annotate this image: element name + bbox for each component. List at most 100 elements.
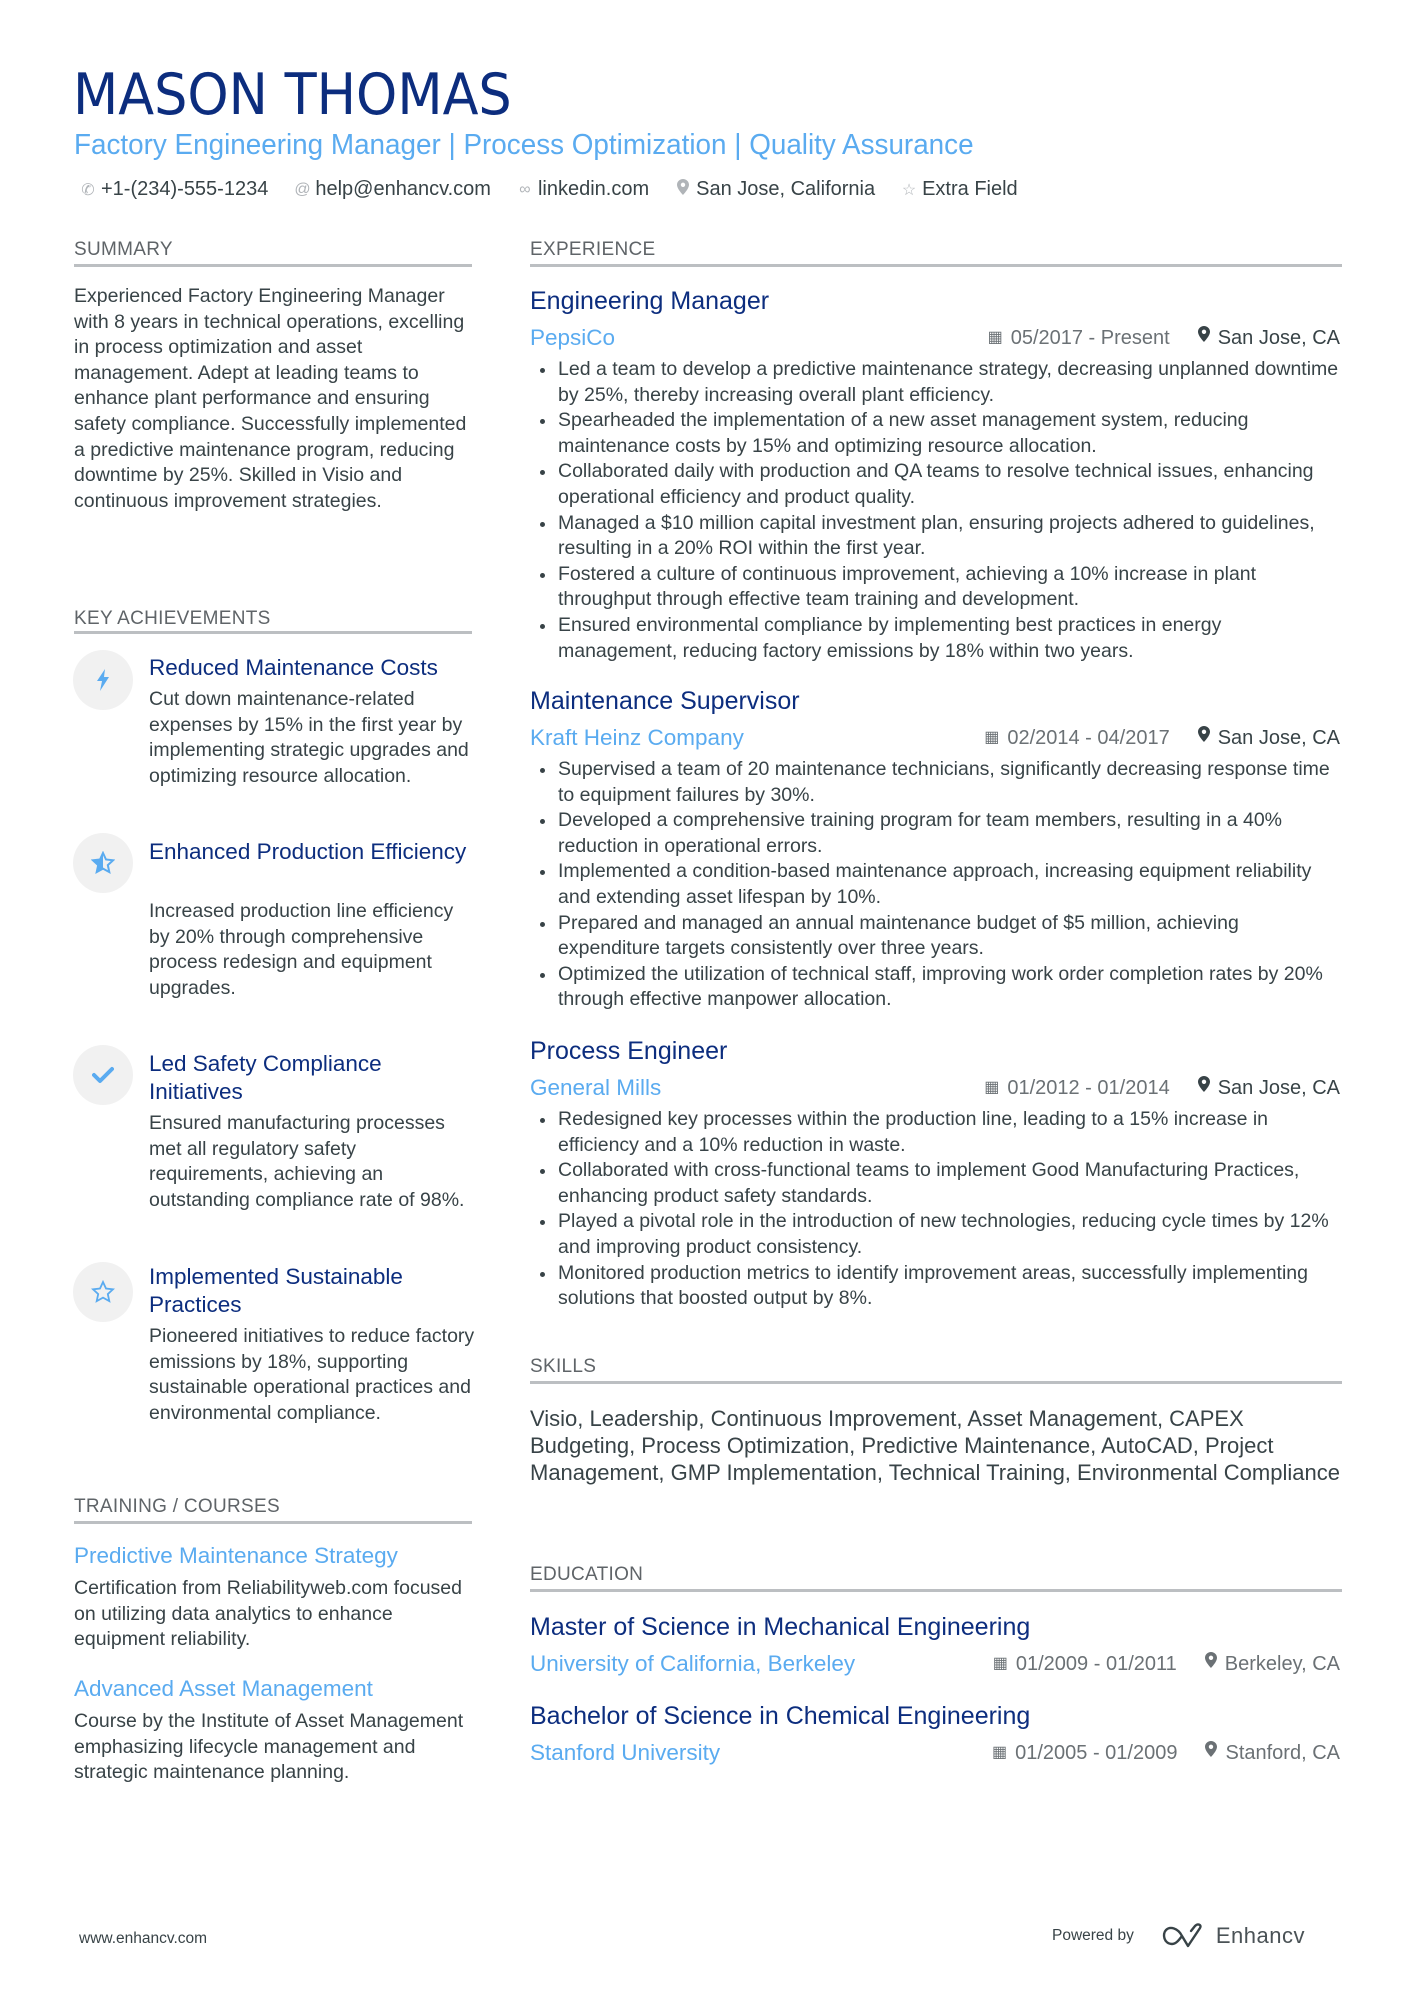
achievements-heading: KEY ACHIEVEMENTS: [74, 608, 271, 629]
education-school: Stanford University: [530, 1740, 721, 1765]
star-outline-icon: [73, 1262, 133, 1322]
contact-row: ✆ +1-(234)-555-1234 @ help@enhancv.com ∞…: [80, 178, 1044, 201]
at-icon: @: [294, 180, 311, 198]
summary-heading: SUMMARY: [74, 239, 173, 260]
job-bullets: Redesigned key processes within the prod…: [530, 1107, 1342, 1312]
powered-by-label: Powered by: [1052, 1927, 1134, 1944]
footer-powered-by[interactable]: Powered by Enhancv: [1052, 1922, 1305, 1950]
location-pin-icon: [1197, 324, 1210, 352]
achievement-title: Reduced Maintenance Costs: [149, 655, 438, 680]
course-title: Advanced Asset Management: [74, 1676, 373, 1701]
contact-email[interactable]: @ help@enhancv.com: [294, 178, 491, 201]
location-pin-icon: [1197, 1074, 1210, 1102]
job-bullet: Fostered a culture of continuous improve…: [530, 562, 1342, 613]
course-title: Predictive Maintenance Strategy: [74, 1543, 398, 1568]
contact-extra: ☆ Extra Field: [901, 178, 1018, 201]
job-title: Maintenance Supervisor: [530, 687, 800, 715]
experience-heading: EXPERIENCE: [530, 239, 656, 260]
job-location-text: San Jose, CA: [1217, 1077, 1340, 1099]
star-icon: ☆: [901, 181, 917, 199]
job-company: General Mills: [530, 1075, 662, 1100]
education-location: Stanford, CA: [1205, 1739, 1340, 1767]
half-star-icon: [73, 833, 133, 893]
achievement-title: Led Safety Compliance Initiatives: [149, 1051, 382, 1104]
candidate-headline: Factory Engineering Manager | Process Op…: [74, 129, 974, 161]
job-company: Kraft Heinz Company: [530, 725, 744, 750]
job-bullet: Managed a $10 million capital investment…: [530, 511, 1342, 562]
job-dates: ▦ 01/2012 - 01/2014: [984, 1074, 1170, 1102]
calendar-icon: ▦: [991, 1744, 1008, 1761]
job-dates: ▦ 05/2017 - Present: [988, 324, 1170, 352]
job-bullet: Implemented a condition-based maintenanc…: [530, 859, 1342, 910]
job-meta: ▦ 05/2017 - Present San Jose, CA: [988, 324, 1340, 352]
job-bullet: Spearheaded the implementation of a new …: [530, 408, 1342, 459]
contact-location-text: San Jose, California: [696, 178, 876, 200]
job-bullet: Developed a comprehensive training progr…: [530, 808, 1342, 859]
job-bullet: Optimized the utilization of technical s…: [530, 962, 1342, 1013]
job-company: PepsiCo: [530, 325, 616, 350]
skills-divider: [530, 1381, 1342, 1384]
location-pin-icon: [1204, 1650, 1217, 1678]
contact-location: San Jose, California: [675, 178, 875, 201]
contact-linkedin[interactable]: ∞ linkedin.com: [517, 178, 649, 201]
job-bullet: Monitored production metrics to identify…: [530, 1261, 1342, 1312]
education-dates: ▦ 01/2009 - 01/2011: [993, 1650, 1177, 1678]
job-bullet: Supervised a team of 20 maintenance tech…: [530, 757, 1342, 808]
job-dates-text: 02/2014 - 04/2017: [1007, 727, 1170, 749]
education-meta: ▦ 01/2005 - 01/2009 Stanford, CA: [992, 1739, 1340, 1767]
education-dates-text: 01/2005 - 01/2009: [1015, 1742, 1178, 1764]
checkmark-icon: [73, 1045, 133, 1105]
job-bullet: Played a pivotal role in the introductio…: [530, 1209, 1342, 1260]
footer-website-link[interactable]: www.enhancv.com: [79, 1930, 207, 1948]
education-degree: Bachelor of Science in Chemical Engineer…: [530, 1702, 1031, 1730]
calendar-icon: ▦: [987, 329, 1003, 346]
education-degree: Master of Science in Mechanical Engineer…: [530, 1613, 1031, 1641]
job-dates-text: 01/2012 - 01/2014: [1007, 1077, 1170, 1099]
job-location: San Jose, CA: [1197, 1074, 1340, 1102]
job-location: San Jose, CA: [1197, 324, 1340, 352]
contact-extra-text: Extra Field: [922, 178, 1018, 200]
training-heading: TRAINING / COURSES: [74, 1496, 280, 1517]
phone-icon: ✆: [81, 181, 95, 199]
summary-divider: [74, 264, 472, 267]
enhancv-logo-icon: [1160, 1922, 1208, 1950]
experience-divider: [530, 264, 1342, 267]
contact-email-text: help@enhancv.com: [315, 178, 491, 200]
link-icon: ∞: [519, 180, 531, 198]
education-school: University of California, Berkeley: [530, 1651, 856, 1676]
education-location: Berkeley, CA: [1204, 1650, 1340, 1678]
job-bullets: Led a team to develop a predictive maint…: [530, 357, 1342, 664]
enhancv-brand-name: Enhancv: [1215, 1923, 1305, 1948]
job-bullet: Collaborated with cross-functional teams…: [530, 1158, 1342, 1209]
location-pin-icon: [1205, 1739, 1218, 1767]
course-desc: Certification from Reliabilityweb.com fo…: [74, 1577, 462, 1651]
job-bullet: Led a team to develop a predictive maint…: [530, 357, 1342, 408]
training-divider: [74, 1521, 472, 1524]
contact-phone[interactable]: ✆ +1-(234)-555-1234: [80, 178, 268, 201]
job-bullet: Ensured environmental compliance by impl…: [530, 613, 1342, 664]
job-location: San Jose, CA: [1197, 724, 1340, 752]
skills-heading: SKILLS: [530, 1356, 597, 1377]
job-bullet: Prepared and managed an annual maintenan…: [530, 911, 1342, 962]
contact-linkedin-text: linkedin.com: [537, 178, 650, 200]
achievement-title: Implemented Sustainable Practices: [149, 1264, 403, 1317]
course-desc: Course by the Institute of Asset Managem…: [74, 1710, 464, 1784]
achievement-desc: Increased production line efficiency by …: [149, 900, 454, 999]
job-dates: ▦ 02/2014 - 04/2017: [984, 724, 1170, 752]
achievement-title: Enhanced Production Efficiency: [149, 839, 467, 864]
education-divider: [530, 1589, 1342, 1592]
achievement-desc: Pioneered initiatives to reduce factory …: [149, 1325, 475, 1424]
skills-list: Visio, Leadership, Continuous Improvemen…: [530, 1406, 1340, 1485]
calendar-icon: ▦: [992, 1655, 1008, 1672]
job-bullet: Redesigned key processes within the prod…: [530, 1107, 1342, 1158]
achievement-desc: Ensured manufacturing processes met all …: [149, 1112, 465, 1211]
education-dates-text: 01/2009 - 01/2011: [1015, 1653, 1177, 1675]
achievement-desc: Cut down maintenance-related expenses by…: [149, 688, 469, 787]
job-location-text: San Jose, CA: [1217, 727, 1340, 749]
contact-phone-text: +1-(234)-555-1234: [101, 178, 269, 200]
location-pin-icon: [1197, 724, 1210, 752]
job-title: Engineering Manager: [530, 287, 770, 315]
achievements-divider: [74, 631, 472, 634]
education-dates: ▦ 01/2005 - 01/2009: [992, 1739, 1178, 1767]
calendar-icon: ▦: [984, 1079, 1000, 1096]
